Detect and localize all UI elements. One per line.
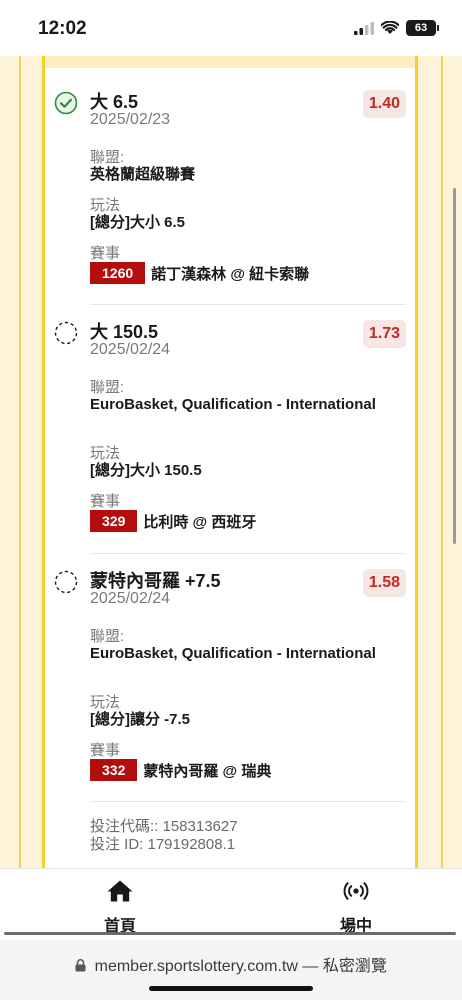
battery-icon: 63	[406, 20, 439, 36]
bet-info: 投注代碼:: 158313627 投注 ID: 179192808.1	[90, 818, 238, 854]
league-label: 聯盟:	[90, 379, 125, 396]
league-value: EuroBasket, Qualification - Internationa…	[90, 396, 376, 413]
toolbar-divider	[4, 932, 456, 935]
card-header-band	[45, 56, 415, 68]
page-border-left	[19, 56, 21, 868]
odds-badge: 1.40	[362, 90, 406, 118]
league-label: 聯盟:	[90, 149, 125, 166]
bet-item: 大 6.5 2025/02/23 1.40 聯盟: 英格蘭超級聯賽 玩法 [總分…	[54, 88, 406, 318]
broadcast-icon	[343, 882, 369, 900]
bet-item: 大 150.5 2025/02/24 1.73 聯盟: EuroBasket, …	[54, 318, 406, 558]
dashed-circle-icon	[54, 570, 78, 594]
bet-slip-page: 大 6.5 2025/02/23 1.40 聯盟: 英格蘭超級聯賽 玩法 [總分…	[0, 56, 462, 868]
dashed-circle-icon	[54, 321, 78, 345]
play-label: 玩法	[90, 197, 121, 214]
bet-item: 蒙特內哥羅 +7.5 2025/02/24 1.58 聯盟: EuroBaske…	[54, 567, 406, 807]
browser-url-bar[interactable]: member.sportslottery.com.tw — 私密瀏覽	[0, 940, 462, 1000]
bet-date: 2025/02/23	[90, 111, 171, 128]
play-value: [總分]大小 150.5	[90, 462, 202, 479]
home-indicator[interactable]	[149, 986, 313, 991]
url-row[interactable]: member.sportslottery.com.tw — 私密瀏覽	[0, 952, 462, 976]
bet-id: 投注 ID: 179192808.1	[90, 836, 236, 853]
bet-slip-card: 大 6.5 2025/02/23 1.40 聯盟: 英格蘭超級聯賽 玩法 [總分…	[42, 56, 418, 868]
bet-date: 2025/02/24	[90, 341, 171, 358]
status-icons: 63	[354, 20, 439, 36]
league-value: 英格蘭超級聯賽	[90, 166, 196, 183]
home-icon	[107, 880, 133, 902]
bet-divider	[90, 304, 406, 305]
scrollbar[interactable]	[453, 188, 456, 544]
match-label: 賽事	[90, 742, 121, 759]
lock-icon	[75, 959, 86, 972]
play-label: 玩法	[90, 445, 121, 462]
play-value: [總分]讓分 -7.5	[90, 711, 191, 728]
bet-divider	[90, 801, 406, 802]
nav-home[interactable]: 首頁	[80, 879, 160, 936]
bet-date: 2025/02/24	[90, 590, 171, 607]
page-border-right	[441, 56, 443, 868]
play-label: 玩法	[90, 694, 121, 711]
check-circle-icon	[54, 91, 78, 115]
match-name: 蒙特內哥羅 @ 瑞典	[143, 762, 272, 780]
bet-code: 投注代碼:: 158313627	[90, 818, 238, 835]
signal-icon	[354, 21, 374, 35]
bottom-nav: 首頁 場中	[0, 868, 462, 940]
wifi-icon	[381, 21, 399, 34]
match-row: 1260 諾丁漢森林 @ 紐卡索聯	[90, 262, 309, 284]
nav-live[interactable]: 場中	[316, 879, 396, 936]
match-label: 賽事	[90, 493, 121, 510]
play-value: [總分]大小 6.5	[90, 214, 186, 231]
match-code: 329	[90, 510, 138, 532]
match-row: 329 比利時 @ 西班牙	[90, 510, 256, 532]
match-row: 332 蒙特內哥羅 @ 瑞典	[90, 759, 271, 781]
match-code: 332	[90, 759, 138, 781]
status-time: 12:02	[38, 18, 87, 39]
match-name: 比利時 @ 西班牙	[143, 513, 257, 531]
url-text: member.sportslottery.com.tw	[94, 958, 298, 975]
odds-badge: 1.58	[362, 569, 406, 597]
league-label: 聯盟:	[90, 628, 125, 645]
odds-badge: 1.73	[362, 320, 406, 348]
match-label: 賽事	[90, 245, 121, 262]
bet-divider	[90, 553, 406, 554]
match-code: 1260	[90, 262, 146, 284]
match-name: 諾丁漢森林 @ 紐卡索聯	[151, 265, 310, 283]
private-mode-text: — 私密瀏覽	[302, 958, 387, 975]
status-bar: 12:02 63	[0, 0, 462, 56]
league-value: EuroBasket, Qualification - Internationa…	[90, 645, 376, 662]
